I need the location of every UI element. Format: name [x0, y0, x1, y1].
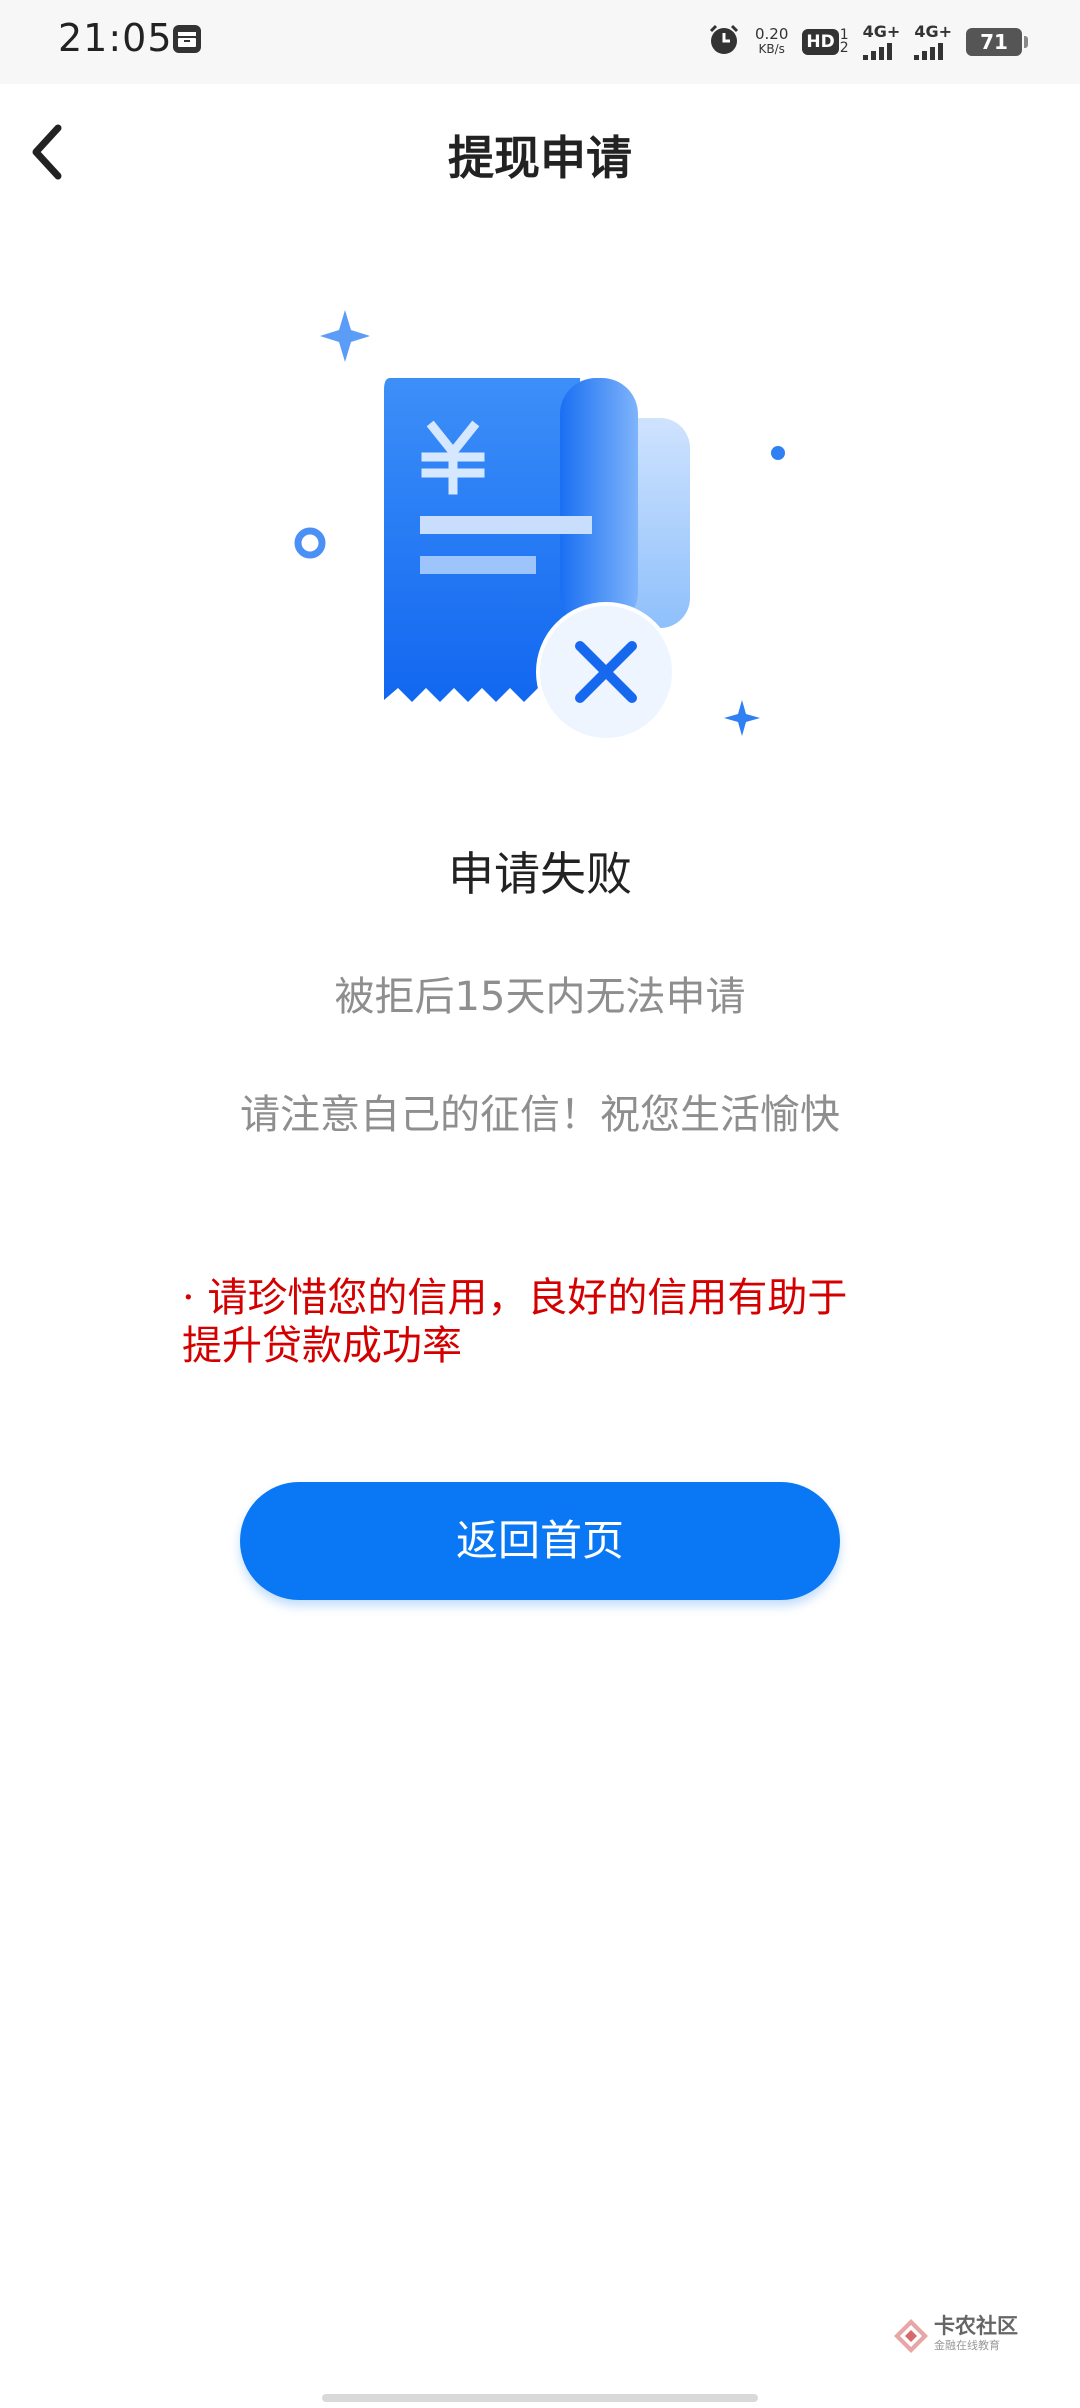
- signal-label-sim1: 4G+: [862, 22, 901, 41]
- hd-voice-icon: HD 1 2: [802, 28, 849, 56]
- result-title: 申请失败: [448, 847, 632, 901]
- watermark-logo-icon: [894, 2319, 928, 2353]
- status-indicators: 0.20 KB/s HD 1 2 4G+ 4G+ 71: [693, 20, 1028, 64]
- watermark-main-text: 卡农社区: [934, 2314, 1018, 2338]
- battery-level: 71: [980, 30, 1008, 54]
- network-speed-value: 0.20: [754, 25, 789, 43]
- network-speed-unit: KB/s: [758, 42, 785, 56]
- gesture-home-indicator[interactable]: [322, 2394, 758, 2402]
- community-watermark: 卡农社区 金融在线教育: [892, 2316, 1018, 2356]
- notification-app-icon: [172, 24, 202, 58]
- hd-label: HD: [802, 29, 839, 55]
- failed-receipt-illustration: [270, 290, 810, 770]
- return-home-button[interactable]: 返回首页: [240, 1482, 840, 1600]
- rejection-notice: 被拒后15天内无法申请: [334, 974, 746, 1020]
- page-title: 提现申请: [448, 131, 632, 185]
- status-time: 21:05: [58, 16, 173, 60]
- credit-warning-text: · 请珍惜您的信用，良好的信用有助于提升贷款成功率: [182, 1275, 848, 1369]
- signal-label-sim2: 4G+: [914, 22, 952, 41]
- watermark-sub-text: 金融在线教育: [934, 2339, 1000, 2352]
- network-speed: 0.20 KB/s: [755, 27, 788, 57]
- signal-icon-sim1: 4G+: [862, 22, 901, 60]
- battery-icon: 71: [966, 28, 1028, 56]
- signal-icon-sim2: 4G+: [914, 24, 952, 60]
- status-bar: 21:05 0.20 KB/s HD 1 2 4G+ 4G+ 71: [0, 0, 1080, 84]
- credit-reminder: 请注意自己的征信！祝您生活愉快: [240, 1092, 840, 1138]
- alarm-icon: [707, 23, 741, 61]
- hd-sub-bottom: 2: [839, 40, 849, 56]
